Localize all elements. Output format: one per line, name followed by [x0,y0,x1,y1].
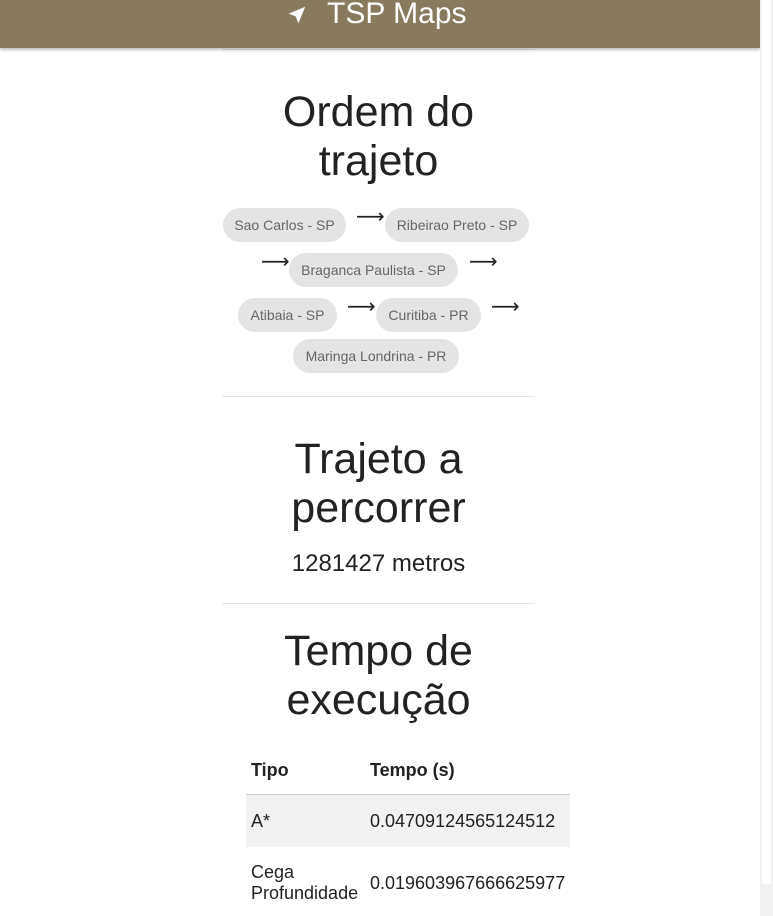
route-stop-chip: Maringa Londrina - PR [293,339,459,373]
route-arrow: ⟶ [347,294,376,318]
route-arrow: ⟶ [491,294,520,318]
column-header-tipo: Tipo [246,747,365,795]
app-bar: TSP Maps [0,0,760,48]
route-arrow: ⟶ [469,249,498,273]
cell-tempo: 0.019603967666625977 [365,847,571,916]
table-row: A* 0.04709124565124512 [246,794,571,847]
execution-time-heading: Tempo de execução [284,627,473,724]
app-title: TSP Maps [327,0,467,30]
page: TSP Maps Ordem do trajeto Sao Carlos - S… [0,0,773,916]
route-stop-chip: Ribeirao Preto - SP [385,208,529,242]
cell-tipo: A* [246,794,365,847]
divider [222,396,535,397]
route-arrow: ⟶ [356,204,385,228]
table-row: Cega Profundidade 0.019603967666625977 [246,847,571,916]
cell-tempo: 0.04709124565124512 [365,794,571,847]
distance-value: 1281427 metros [291,550,466,577]
route-stop-chip: Curitiba - PR [376,298,481,332]
route-stop-chip: Braganca Paulista - SP [289,253,458,287]
route-stop-chip: Sao Carlos - SP [223,208,346,242]
cell-tipo: Cega Profundidade [246,847,365,916]
column-header-tempo: Tempo (s) [365,747,571,795]
route-arrow: ⟶ [261,249,290,273]
route-order-heading: Ordem do trajeto [282,88,475,185]
divider [222,49,535,50]
divider [222,603,535,604]
execution-time-table: Tipo Tempo (s) A* 0.04709124565124512 Ce… [246,747,571,916]
scrollbar[interactable] [760,0,773,916]
route-stop-chip: Atibaia - SP [238,298,337,332]
table-header-row: Tipo Tempo (s) [246,747,571,795]
distance-heading: Trajeto a percorrer [291,435,466,532]
navigation-arrow-icon [288,6,306,24]
scrollbar-thumb[interactable] [762,0,771,884]
